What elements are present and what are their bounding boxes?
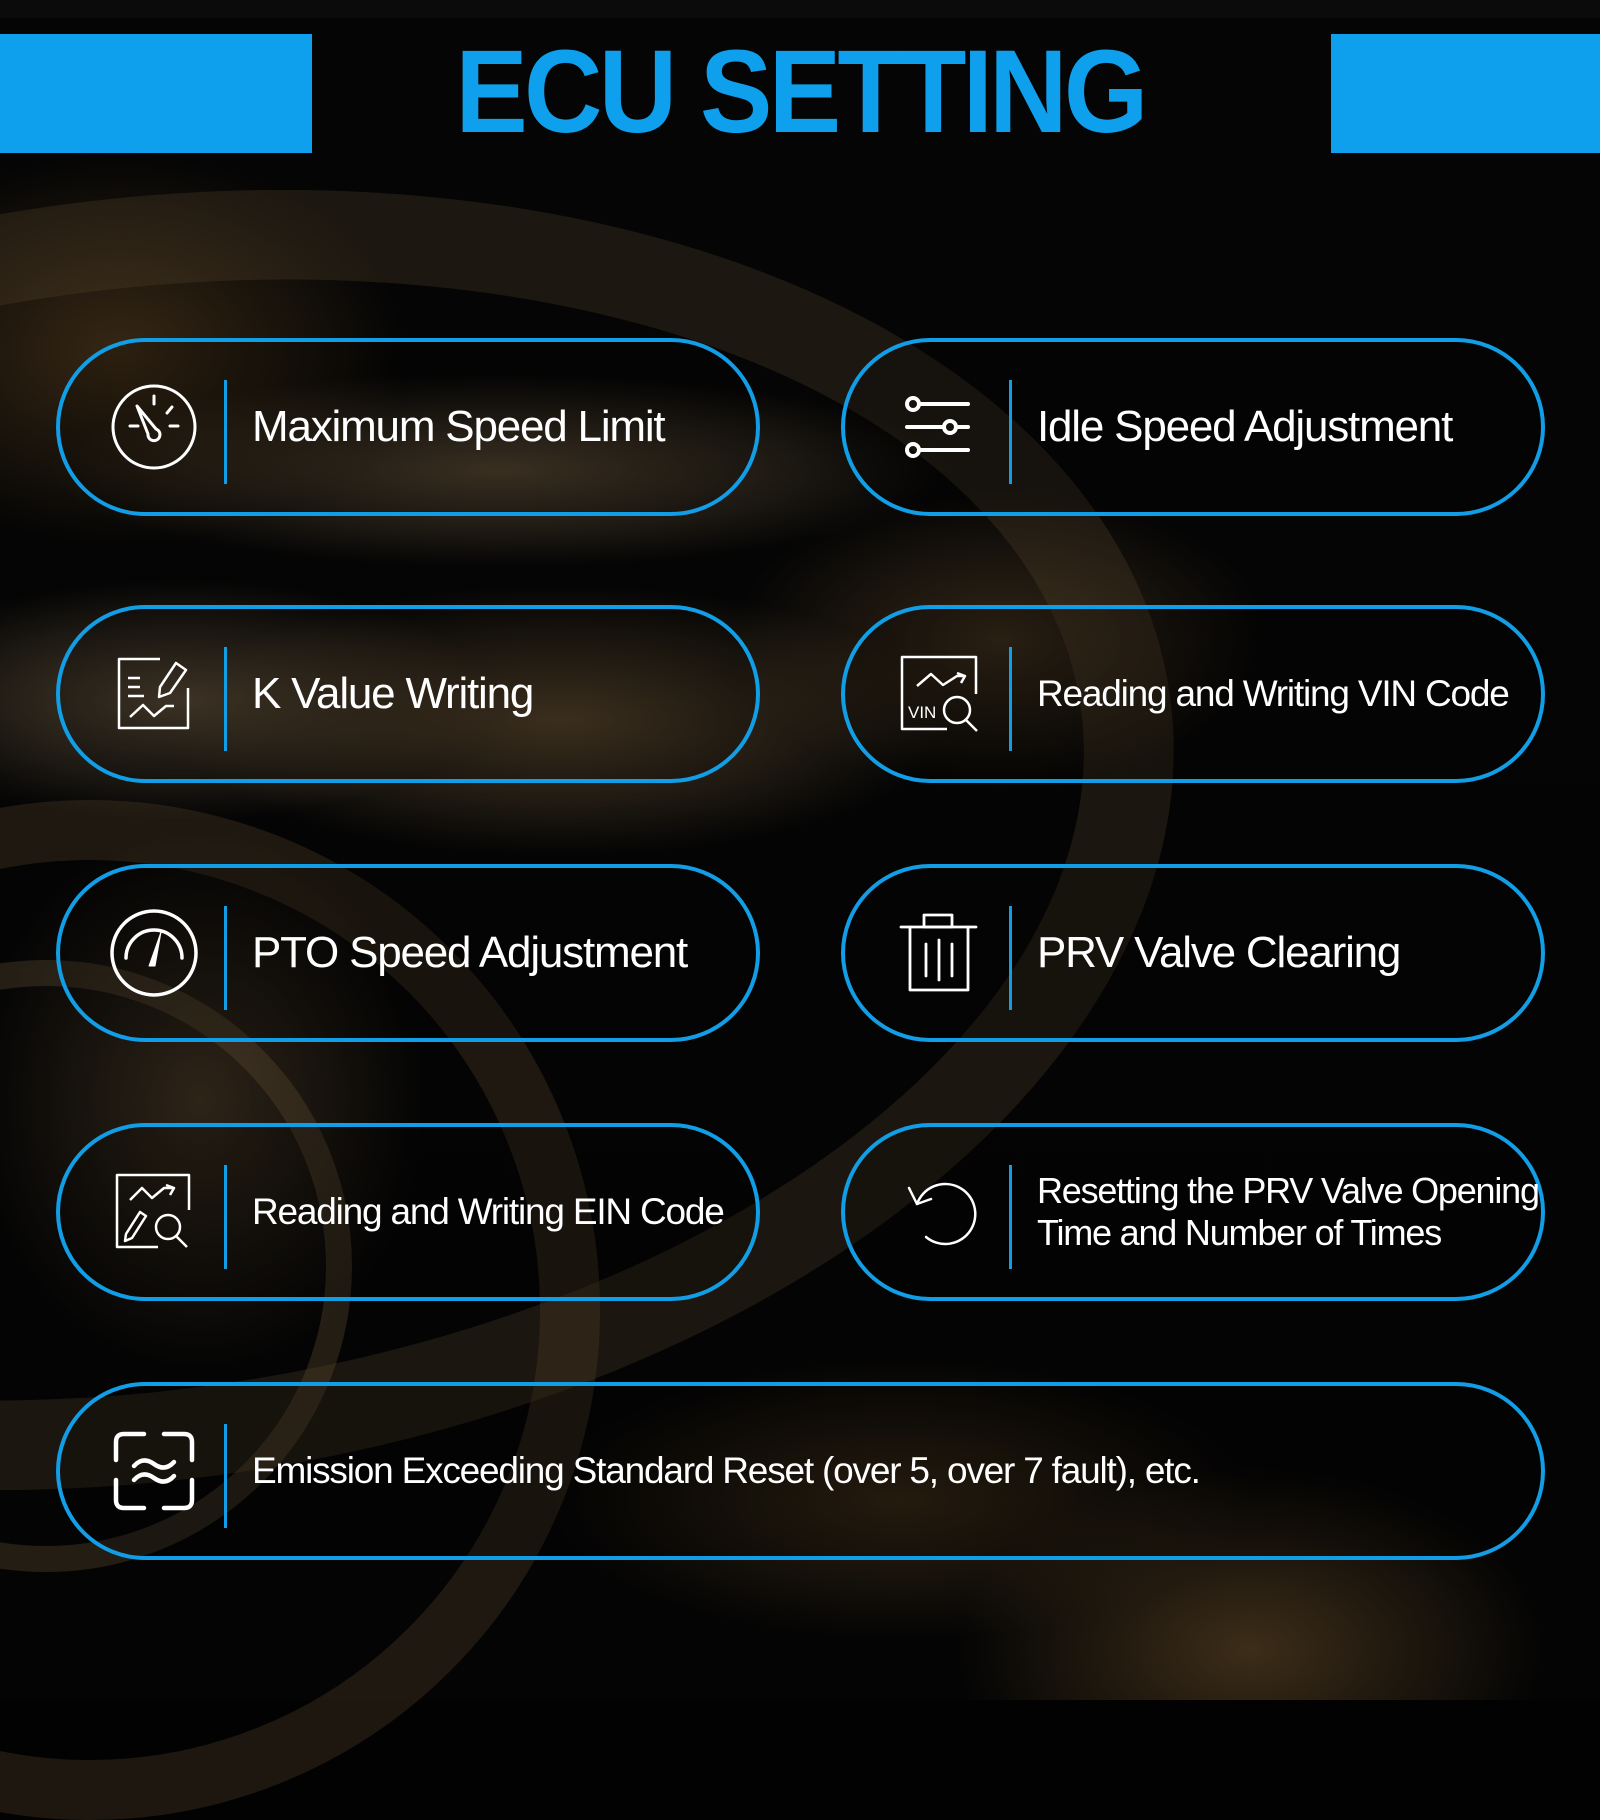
vin-icon-text: VIN	[908, 703, 936, 722]
feature-label: Reading and Writing VIN Code	[1037, 673, 1510, 714]
feature-ein-code: Reading and Writing EIN Code	[56, 1123, 760, 1301]
feature-prv-valve-clearing: PRV Valve Clearing	[841, 864, 1545, 1042]
divider	[224, 1424, 227, 1528]
divider	[224, 647, 227, 751]
feature-label-line-1: Resetting the PRV Valve Opening	[1037, 1170, 1540, 1211]
speedometer-icon	[106, 379, 202, 475]
reset-arrow-icon	[891, 1164, 987, 1260]
page-title: ECU SETTING	[455, 26, 1148, 158]
feature-label: PRV Valve Clearing	[1037, 928, 1401, 977]
feature-k-value-writing: K Value Writing	[56, 605, 760, 783]
vin-search-icon: VIN	[891, 646, 987, 742]
sliders-icon	[891, 379, 987, 475]
gauge-icon	[106, 905, 202, 1001]
feature-vin-code: VIN Reading and Writing VIN Code	[841, 605, 1545, 783]
divider	[1009, 906, 1012, 1010]
feature-maximum-speed-limit: Maximum Speed Limit	[56, 338, 760, 516]
feature-label: Emission Exceeding Standard Reset (over …	[252, 1450, 1201, 1491]
divider	[1009, 380, 1012, 484]
feature-label: K Value Writing	[252, 669, 534, 718]
feature-label-line-2: Time and Number of Times	[1037, 1212, 1442, 1253]
divider	[224, 906, 227, 1010]
feature-label: Resetting the PRV Valve Opening Time and…	[1037, 1170, 1540, 1254]
trash-icon	[891, 905, 987, 1001]
document-search-icon	[106, 1164, 202, 1260]
divider	[224, 380, 227, 484]
feature-pto-speed-adjustment: PTO Speed Adjustment	[56, 864, 760, 1042]
feature-label: Reading and Writing EIN Code	[252, 1191, 725, 1232]
feature-label: Maximum Speed Limit	[252, 402, 666, 451]
feature-label: Idle Speed Adjustment	[1037, 402, 1453, 451]
feature-label: PTO Speed Adjustment	[252, 928, 688, 977]
top-strip	[0, 0, 1600, 18]
feature-prv-reset: Resetting the PRV Valve Opening Time and…	[841, 1123, 1545, 1301]
divider	[224, 1165, 227, 1269]
feature-idle-speed-adjustment: Idle Speed Adjustment	[841, 338, 1545, 516]
divider	[1009, 1165, 1012, 1269]
divider	[1009, 647, 1012, 751]
edit-document-icon	[106, 646, 202, 742]
feature-emission-reset: Emission Exceeding Standard Reset (over …	[56, 1382, 1545, 1560]
emission-scan-icon	[106, 1423, 202, 1519]
